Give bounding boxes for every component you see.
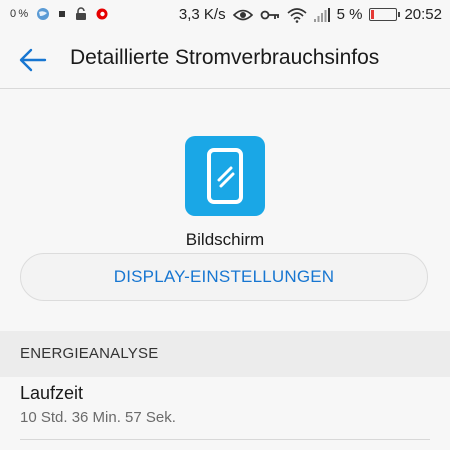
page-title: Detaillierte Stromverbrauchsinfos xyxy=(70,46,380,69)
back-button[interactable] xyxy=(18,46,48,74)
battery-percent-text: 5 % xyxy=(336,6,363,23)
vodafone-icon xyxy=(96,8,108,20)
runtime-row: Laufzeit 10 Std. 36 Min. 57 Sek. xyxy=(0,377,450,450)
network-speed-text: 3,3 K/s xyxy=(178,6,226,23)
status-bar: 0 % 3,3 K/s 5 % 20:52 xyxy=(0,0,450,32)
signal-icon xyxy=(313,7,330,22)
section-title: ENERGIEANALYSE xyxy=(20,345,159,362)
app-icon-tile xyxy=(185,136,265,216)
sim-icon xyxy=(58,10,66,18)
data-usage-text: 0 % xyxy=(10,8,29,20)
app-header: Detaillierte Stromverbrauchsinfos xyxy=(0,32,450,89)
display-settings-button[interactable]: DISPLAY-EINSTELLUNGEN xyxy=(20,253,428,301)
arrow-left-icon xyxy=(19,48,47,72)
status-bar-right: 3,3 K/s 5 % 20:52 xyxy=(179,6,442,23)
runtime-value: 10 Std. 36 Min. 57 Sek. xyxy=(20,409,176,426)
runtime-label: Laufzeit xyxy=(20,383,84,403)
phone-screen-icon xyxy=(207,148,243,204)
section-header: ENERGIEANALYSE xyxy=(0,331,450,377)
divider xyxy=(20,439,430,440)
key-icon xyxy=(260,9,280,21)
wifi-icon xyxy=(287,7,307,23)
eye-icon xyxy=(232,8,253,22)
battery-icon xyxy=(369,8,401,21)
globe-icon xyxy=(36,7,50,21)
status-bar-left: 0 % xyxy=(10,7,108,21)
app-name: Bildschirm xyxy=(185,230,265,249)
lock-icon xyxy=(74,7,88,21)
clock-text: 20:52 xyxy=(404,6,442,23)
